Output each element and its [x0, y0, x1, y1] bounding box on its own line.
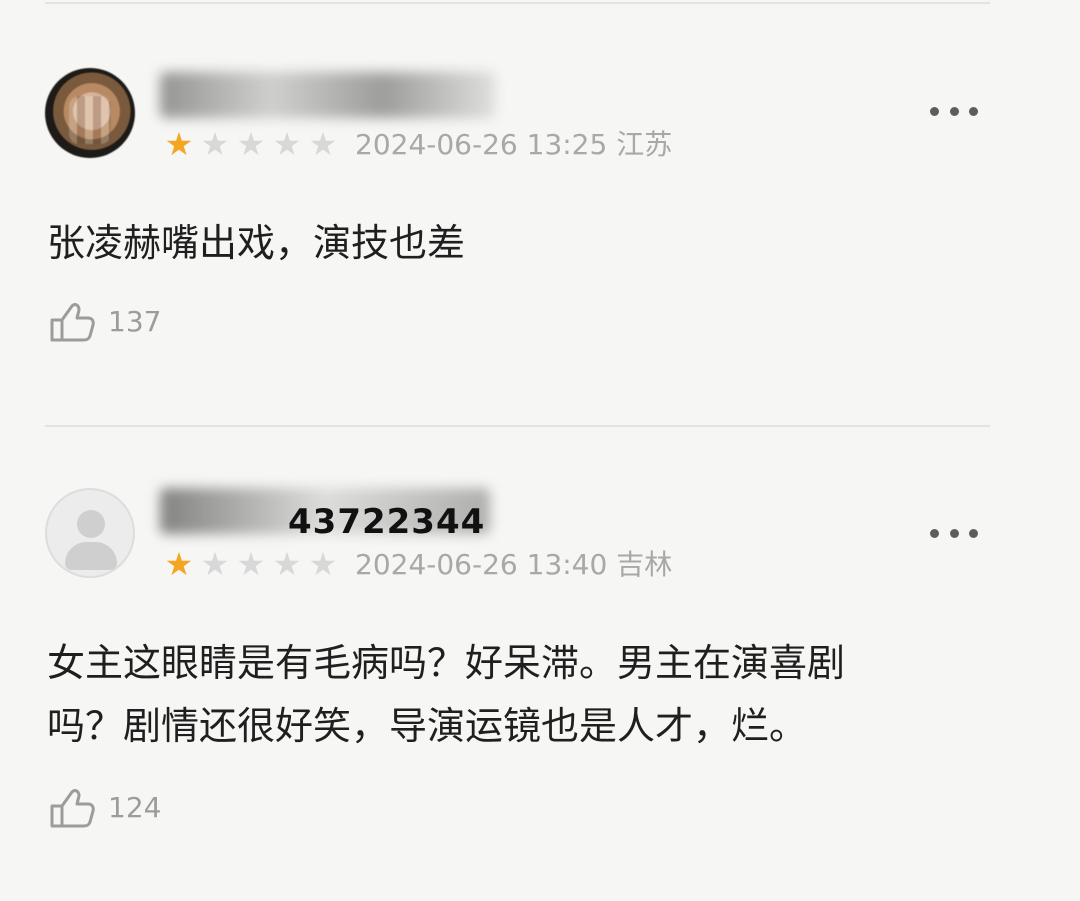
blurred-username — [160, 72, 495, 118]
dot-icon — [969, 106, 978, 116]
star-icon: ★ — [308, 125, 338, 163]
thumbs-up-icon — [50, 303, 95, 342]
default-avatar-head — [77, 510, 105, 538]
username[interactable]: 43722344 — [288, 501, 485, 543]
like-count: 137 — [108, 305, 162, 338]
like-button[interactable]: 124 — [48, 788, 161, 828]
more-horizontal-icon[interactable] — [930, 101, 978, 121]
star-icon: ★ — [164, 125, 194, 163]
dot-icon — [930, 528, 939, 538]
thumbs-up-icon — [50, 789, 95, 828]
star-icon: ★ — [200, 545, 230, 583]
avatar[interactable] — [45, 68, 135, 158]
star-icon: ★ — [164, 545, 194, 583]
more-horizontal-icon[interactable] — [930, 523, 978, 543]
dot-icon — [930, 106, 939, 116]
review-meta: 2024-06-26 13:40 吉林 — [355, 548, 673, 581]
star-rating: ★ ★ ★ ★ ★ — [162, 128, 340, 160]
star-icon: ★ — [272, 545, 302, 583]
avatar[interactable] — [45, 488, 135, 578]
dot-icon — [949, 528, 959, 538]
review-divider — [45, 425, 990, 427]
top-divider — [45, 2, 990, 4]
like-count: 124 — [108, 791, 162, 824]
review-meta: 2024-06-26 13:25 江苏 — [355, 128, 673, 161]
star-icon: ★ — [272, 125, 302, 163]
star-icon: ★ — [236, 125, 266, 163]
star-icon: ★ — [200, 125, 230, 163]
star-rating: ★ ★ ★ ★ ★ — [162, 548, 340, 580]
dot-icon — [949, 106, 959, 116]
review-content: 女主这眼睛是有毛病吗？好呆滞。男主在演喜剧 吗？剧情还很好笑，导演运镜也是人才，… — [47, 641, 846, 748]
default-avatar-body — [65, 542, 117, 570]
review-content: 张凌赫嘴出戏，演技也差 — [47, 221, 466, 265]
star-icon: ★ — [308, 545, 338, 583]
like-button[interactable]: 137 — [48, 302, 161, 342]
dot-icon — [969, 528, 978, 538]
star-icon: ★ — [236, 545, 266, 583]
